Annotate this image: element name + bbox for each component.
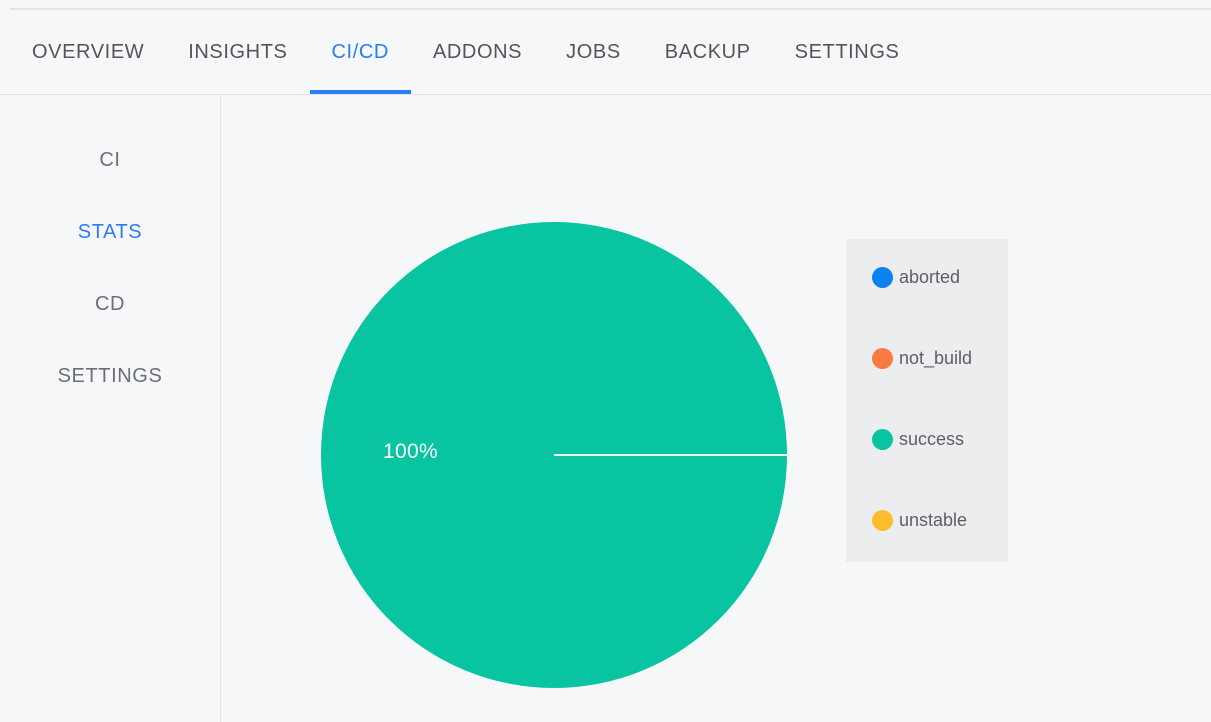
tab-label: OVERVIEW bbox=[32, 40, 145, 63]
legend-item-label: unstable bbox=[899, 509, 968, 530]
tab-ci-cd[interactable]: CI/CD bbox=[309, 10, 412, 94]
tab-label: JOBS bbox=[566, 40, 621, 63]
sidebar-item-stats[interactable]: STATS bbox=[0, 196, 220, 268]
tab-jobs[interactable]: JOBS bbox=[544, 10, 643, 94]
tab-label: SETTINGS bbox=[794, 40, 900, 63]
legend-color-dot-icon bbox=[872, 509, 893, 531]
sidebar-item-label: SETTINGS bbox=[57, 364, 163, 387]
pie-chart-panel: 100% aborted not_build success unstable bbox=[221, 95, 1211, 722]
legend-color-dot-icon bbox=[872, 266, 893, 288]
legend-item-label: not_build bbox=[899, 347, 973, 368]
legend-color-dot-icon bbox=[872, 428, 893, 450]
sidebar-item-label: CI bbox=[99, 148, 121, 171]
pie-slice-divider bbox=[554, 454, 787, 456]
tab-backup[interactable]: BACKUP bbox=[643, 10, 773, 94]
tab-label: INSIGHTS bbox=[188, 40, 288, 63]
tab-label: CI/CD bbox=[331, 40, 389, 63]
sidebar-item-cd[interactable]: CD bbox=[0, 268, 220, 340]
sidebar-item-label: STATS bbox=[77, 220, 143, 243]
tab-addons[interactable]: ADDONS bbox=[411, 10, 544, 94]
tab-label: ADDONS bbox=[432, 40, 523, 63]
sidebar-item-ci[interactable]: CI bbox=[0, 124, 220, 196]
pie-chart[interactable]: 100% bbox=[321, 222, 787, 688]
top-tab-bar: OVERVIEW INSIGHTS CI/CD ADDONS JOBS BACK… bbox=[0, 10, 1211, 95]
left-sidebar: CI STATS CD SETTINGS bbox=[0, 95, 221, 722]
legend-item-label: success bbox=[899, 428, 965, 449]
pie-slice-percent-label: 100% bbox=[383, 440, 438, 463]
tab-list: OVERVIEW INSIGHTS CI/CD ADDONS JOBS BACK… bbox=[10, 10, 921, 94]
legend-item-aborted[interactable]: aborted bbox=[872, 265, 960, 289]
legend-item-label: aborted bbox=[899, 266, 961, 287]
tab-overview[interactable]: OVERVIEW bbox=[10, 10, 166, 94]
sidebar-item-label: CD bbox=[94, 292, 126, 315]
tab-label: BACKUP bbox=[664, 40, 751, 63]
sidebar-item-settings[interactable]: SETTINGS bbox=[0, 340, 220, 412]
tab-insights[interactable]: INSIGHTS bbox=[166, 10, 309, 94]
legend-item-success[interactable]: success bbox=[872, 427, 964, 451]
tab-settings[interactable]: SETTINGS bbox=[773, 10, 922, 94]
chart-legend: aborted not_build success unstable bbox=[846, 239, 1008, 562]
legend-color-dot-icon bbox=[872, 347, 893, 369]
content-area: CI STATS CD SETTINGS 100% aborted not_bu… bbox=[0, 95, 1211, 722]
legend-item-not-build[interactable]: not_build bbox=[872, 346, 972, 370]
legend-item-unstable[interactable]: unstable bbox=[872, 508, 967, 532]
